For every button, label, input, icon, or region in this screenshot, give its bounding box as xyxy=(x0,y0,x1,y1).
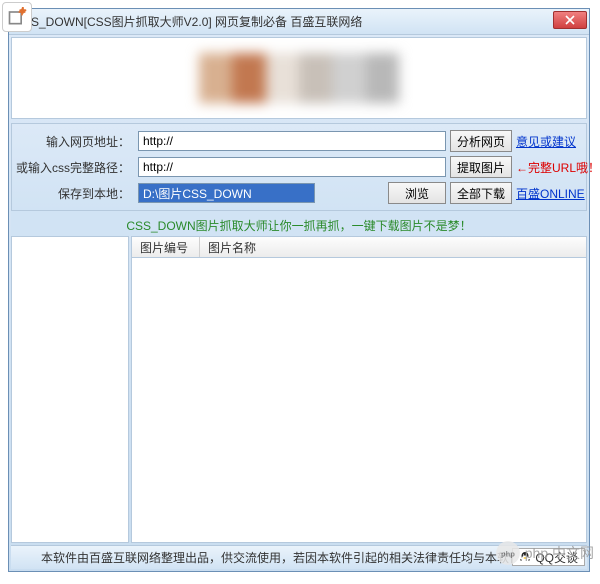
close-button[interactable] xyxy=(553,11,587,29)
footer-text: 本软件由百盛互联网络整理出品，供交流使用，若因本软件引起的相关法律责任均与本软件… xyxy=(41,549,557,566)
main-window: S_DOWN[CSS图片抓取大师V2.0] 网页复制必备 百盛互联网络 输入网页… xyxy=(8,8,590,572)
promo-text: CSS_DOWN图片抓取大师让你一抓再抓，一键下载图片不是梦！ xyxy=(11,211,587,236)
row-url: 输入网页地址： 分析网页 意见或建议 xyxy=(16,130,582,152)
watermark-text: php 中文网 xyxy=(525,543,594,563)
analyze-button[interactable]: 分析网页 xyxy=(450,130,512,152)
label-css: 或输入css完整路径： xyxy=(16,159,134,176)
table-body[interactable] xyxy=(131,258,587,543)
main-area: 图片编号 图片名称 xyxy=(11,236,587,543)
row-css: 或输入css完整路径： 提取图片 ←完整URL哦！ xyxy=(16,156,582,178)
banner-area xyxy=(11,37,587,119)
app-overlay-icon xyxy=(2,2,32,32)
table-header: 图片编号 图片名称 xyxy=(131,236,587,258)
window-title: S_DOWN[CSS图片抓取大师V2.0] 网页复制必备 百盛互联网络 xyxy=(31,13,362,30)
close-icon xyxy=(565,15,575,25)
titlebar: S_DOWN[CSS图片抓取大师V2.0] 网页复制必备 百盛互联网络 xyxy=(9,9,589,35)
url-hint: ←完整URL哦！ xyxy=(516,159,582,176)
browse-button[interactable]: 浏览 xyxy=(388,182,446,204)
url-input[interactable] xyxy=(138,131,446,151)
css-input[interactable] xyxy=(138,157,446,177)
watermark: php php 中文网 xyxy=(495,540,594,566)
label-save: 保存到本地： xyxy=(16,185,134,202)
feedback-link[interactable]: 意见或建议 xyxy=(516,133,582,150)
col-image-name[interactable]: 图片名称 xyxy=(200,237,586,257)
new-tab-icon xyxy=(7,7,27,27)
svg-text:php: php xyxy=(501,549,515,558)
extract-button[interactable]: 提取图片 xyxy=(450,156,512,178)
online-link[interactable]: 百盛ONLINE xyxy=(516,185,582,202)
php-logo-icon: php xyxy=(495,540,521,566)
save-path-input[interactable] xyxy=(138,183,315,203)
label-url: 输入网页地址： xyxy=(16,133,134,150)
side-list[interactable] xyxy=(11,236,129,543)
row-save: 保存到本地： 浏览 全部下载 百盛ONLINE xyxy=(16,182,582,204)
form-section: 输入网页地址： 分析网页 意见或建议 或输入css完整路径： 提取图片 ←完整U… xyxy=(11,123,587,211)
col-image-id[interactable]: 图片编号 xyxy=(132,237,200,257)
banner-image xyxy=(199,53,399,103)
download-all-button[interactable]: 全部下载 xyxy=(450,182,512,204)
content-panel: 图片编号 图片名称 xyxy=(131,236,587,543)
